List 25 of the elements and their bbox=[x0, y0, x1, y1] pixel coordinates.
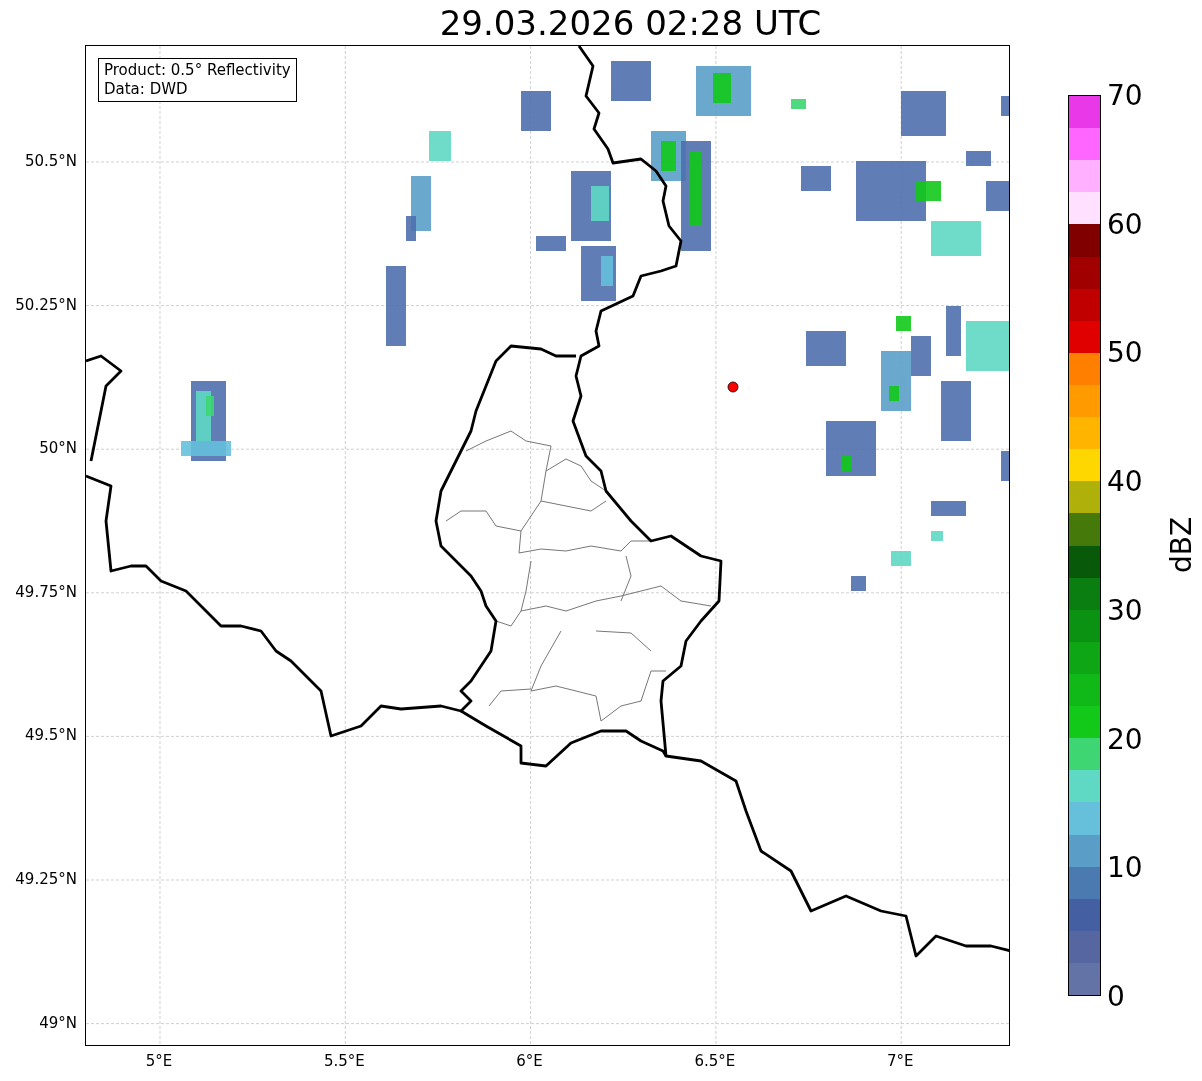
latitude-label: 50°N bbox=[39, 439, 77, 458]
latitude-label: 49.25°N bbox=[15, 870, 77, 888]
colorbar-tick-label: 50 bbox=[1107, 335, 1143, 369]
colorbar-tick-label: 10 bbox=[1107, 850, 1143, 884]
longitude-label: 5.5°E bbox=[323, 1052, 365, 1070]
legend-text: Data: DWD bbox=[104, 80, 189, 99]
latitude-label: 50.5°N bbox=[24, 152, 77, 170]
colorbar-tick-label: 60 bbox=[1107, 207, 1143, 241]
latitude-label: 50.25°N bbox=[15, 295, 77, 314]
latitude-label: 49.5°N bbox=[24, 726, 77, 745]
latitude-label: 49°N bbox=[39, 1013, 77, 1032]
colorbar-tick-label: 0 bbox=[1107, 979, 1125, 1013]
chart-title: 29.03.2026 02:28 UTC bbox=[438, 1, 823, 45]
longitude-label: 5°E bbox=[145, 1052, 173, 1070]
latitude-label: 49.75°N bbox=[15, 582, 77, 601]
radar-site-marker bbox=[727, 381, 739, 393]
colorbar-tick-label: 30 bbox=[1107, 593, 1143, 627]
legend-text: Product: 0.5° Reflectivity bbox=[104, 61, 291, 80]
colorbar-unit-label: dBZ bbox=[1165, 516, 1198, 574]
longitude-label: 6.5°E bbox=[694, 1052, 736, 1070]
colorbar-tick-label: 70 bbox=[1107, 78, 1143, 112]
longitude-label: 6°E bbox=[516, 1052, 543, 1070]
colorbar-tick-label: 20 bbox=[1107, 722, 1143, 756]
colorbar-tick-label: 40 bbox=[1107, 464, 1143, 498]
longitude-label: 7°E bbox=[886, 1052, 914, 1070]
